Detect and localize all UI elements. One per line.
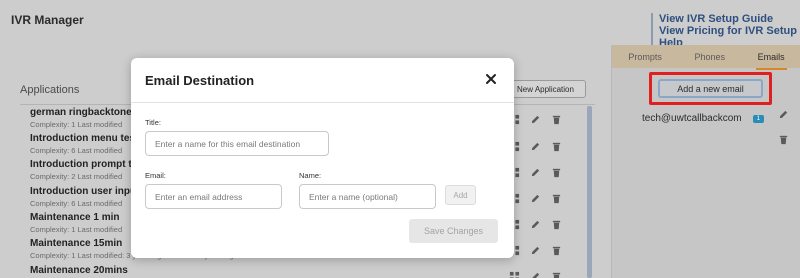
new-application-button[interactable]: New Application bbox=[505, 80, 586, 98]
pencil-icon[interactable] bbox=[530, 167, 541, 178]
pencil-icon[interactable] bbox=[530, 245, 541, 256]
application-meta: Complexity: 1 Last modified bbox=[30, 225, 123, 234]
pencil-icon[interactable] bbox=[530, 193, 541, 204]
highlight-box: Add a new email bbox=[649, 72, 772, 105]
pencil-icon[interactable] bbox=[530, 271, 541, 278]
pencil-icon[interactable] bbox=[530, 141, 541, 152]
email-destination-modal: Email Destination Title: Email: Name: Ad… bbox=[131, 58, 514, 258]
list-item[interactable]: Introduction menu testin Complexity: 6 L… bbox=[30, 133, 147, 155]
applications-heading: Applications bbox=[20, 84, 80, 96]
row-actions bbox=[509, 141, 562, 152]
application-name: Maintenance 20mins bbox=[30, 265, 128, 276]
email-address: tech@uwtcallbackcom bbox=[642, 113, 742, 124]
row-actions bbox=[509, 114, 562, 125]
setup-guide-link[interactable]: View IVR Setup Guide bbox=[659, 13, 800, 25]
trash-icon[interactable] bbox=[551, 193, 562, 204]
pencil-icon[interactable] bbox=[530, 219, 541, 230]
resource-tabs: Prompts Phones Emails bbox=[612, 45, 800, 70]
list-item[interactable]: Introduction user input t Complexity: 6 … bbox=[30, 186, 146, 208]
application-name: Introduction menu testin bbox=[30, 133, 148, 144]
email-input[interactable] bbox=[145, 184, 282, 209]
guide-links: View IVR Setup Guide View Pricing for IV… bbox=[651, 13, 800, 49]
email-label: Email: bbox=[145, 171, 166, 180]
modal-divider bbox=[131, 102, 514, 103]
trash-icon[interactable] bbox=[551, 167, 562, 178]
save-changes-button[interactable]: Save Changes bbox=[409, 219, 498, 243]
trash-icon[interactable] bbox=[551, 219, 562, 230]
tab-phones[interactable]: Phones bbox=[688, 48, 731, 66]
tab-prompts[interactable]: Prompts bbox=[622, 48, 668, 66]
pencil-icon[interactable] bbox=[530, 114, 541, 125]
title-input[interactable] bbox=[145, 131, 329, 156]
app-title: IVR Manager bbox=[11, 13, 84, 27]
title-label: Title: bbox=[145, 118, 161, 127]
tab-emails[interactable]: Emails bbox=[752, 48, 791, 70]
row-actions bbox=[509, 193, 562, 204]
email-entry: tech@uwtcallbackcom 1 bbox=[642, 113, 764, 124]
list-scrollbar[interactable] bbox=[587, 106, 592, 278]
name-label: Name: bbox=[299, 171, 322, 180]
row-actions bbox=[509, 219, 562, 230]
trash-icon[interactable] bbox=[551, 141, 562, 152]
close-icon[interactable] bbox=[484, 72, 498, 86]
list-item[interactable]: Maintenance 1 min Complexity: 1 Last mod… bbox=[30, 212, 122, 234]
add-button[interactable]: Add bbox=[445, 185, 476, 205]
row-actions bbox=[509, 245, 562, 256]
row-actions bbox=[509, 271, 562, 278]
list-item[interactable]: Maintenance 20mins bbox=[30, 265, 128, 276]
trash-icon[interactable] bbox=[551, 271, 562, 278]
delete-email-trash-icon[interactable] bbox=[778, 134, 789, 145]
application-meta: Complexity: 2 Last modified bbox=[30, 172, 123, 181]
grid-icon[interactable] bbox=[509, 271, 520, 278]
list-item[interactable]: Introduction prompt test Complexity: 2 L… bbox=[30, 159, 146, 181]
edit-email-pencil-icon[interactable] bbox=[778, 109, 789, 120]
add-new-email-button[interactable]: Add a new email bbox=[658, 79, 763, 98]
application-meta: Complexity: 6 Last modified bbox=[30, 199, 123, 208]
application-name: Introduction user input t bbox=[30, 186, 146, 197]
name-input[interactable] bbox=[299, 184, 436, 209]
application-name: Introduction prompt test bbox=[30, 159, 147, 170]
application-meta: Complexity: 6 Last modified bbox=[30, 146, 123, 155]
resources-panel: Prompts Phones Emails Add a new email te… bbox=[611, 45, 800, 278]
email-count-badge: 1 bbox=[752, 114, 764, 123]
modal-title: Email Destination bbox=[145, 73, 255, 88]
trash-icon[interactable] bbox=[551, 114, 562, 125]
trash-icon[interactable] bbox=[551, 245, 562, 256]
row-actions bbox=[509, 167, 562, 178]
application-name: Maintenance 1 min bbox=[30, 212, 120, 223]
